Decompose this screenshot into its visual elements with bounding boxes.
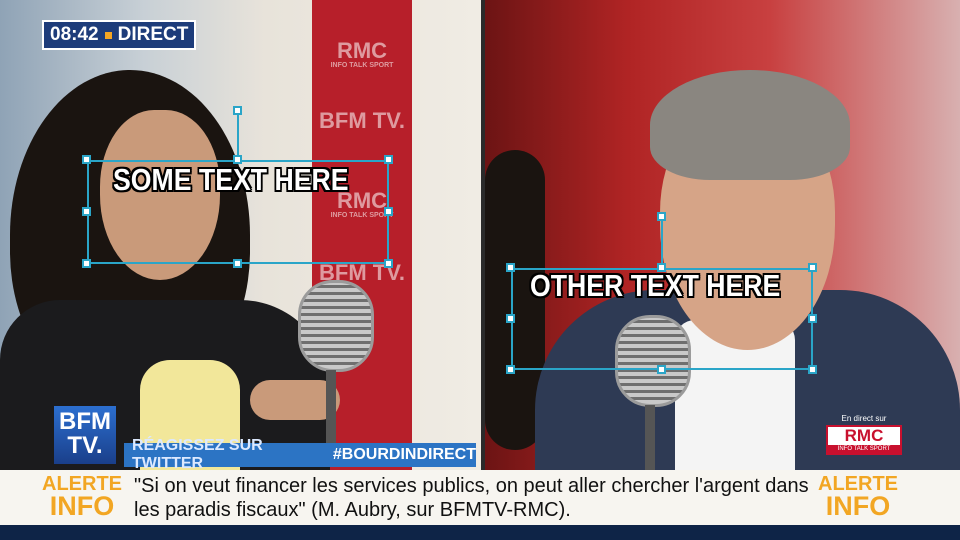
man-hair bbox=[650, 70, 850, 180]
twitter-prompt-bar: RÉAGISSEZ SUR TWITTER #BOURDINDIRECT bbox=[124, 437, 476, 472]
right-mic-stand bbox=[645, 405, 655, 475]
studio-bfm-logo: BFM TV. bbox=[319, 108, 405, 133]
alerte-info-right: ALERTE INFO bbox=[818, 473, 898, 521]
resize-handle-tl-1[interactable] bbox=[82, 155, 91, 164]
rmc-live-badge: En direct sur RMC INFO TALK SPORT bbox=[826, 414, 902, 455]
resize-handle-br-1[interactable] bbox=[384, 259, 393, 268]
left-microphone bbox=[298, 280, 374, 372]
resize-handle-tl-2[interactable] bbox=[506, 263, 515, 272]
resize-handle-br-2[interactable] bbox=[808, 365, 817, 374]
ticker-quote: "Si on veut financer les services public… bbox=[134, 475, 809, 521]
clock-time: 08:42 bbox=[50, 24, 99, 45]
live-clock-badge: 08:42 DIRECT bbox=[42, 20, 197, 50]
rotate-handle-2[interactable] bbox=[657, 212, 666, 221]
twitter-prompt-text: RÉAGISSEZ SUR TWITTER bbox=[132, 437, 263, 472]
bfmtv-channel-logo: BFM TV. bbox=[54, 406, 116, 464]
live-dot-icon bbox=[104, 31, 112, 39]
studio-rmc-logo: RMC INFO TALK SPORT bbox=[330, 38, 394, 70]
resize-handle-r-1[interactable] bbox=[384, 207, 393, 216]
twitter-hashtag: #BOURDINDIRECT bbox=[332, 446, 476, 463]
rmc-logo: RMC INFO TALK SPORT bbox=[826, 425, 902, 455]
resize-handle-l-2[interactable] bbox=[506, 314, 515, 323]
text-box-1[interactable]: SOME TEXT HERE bbox=[113, 162, 349, 198]
resize-handle-l-1[interactable] bbox=[82, 207, 91, 216]
resize-handle-bl-1[interactable] bbox=[82, 259, 91, 268]
resize-handle-tr-1[interactable] bbox=[384, 155, 393, 164]
alerte-info-left: ALERTE INFO bbox=[42, 473, 122, 521]
live-label: DIRECT bbox=[117, 24, 189, 45]
resize-handle-r-2[interactable] bbox=[808, 314, 817, 323]
rotate-handle-1[interactable] bbox=[233, 106, 242, 115]
resize-handle-b-2[interactable] bbox=[657, 365, 666, 374]
text-box-2[interactable]: OTHER TEXT HERE bbox=[530, 268, 780, 304]
resize-handle-tr-2[interactable] bbox=[808, 263, 817, 272]
rotate-line-1 bbox=[237, 110, 239, 160]
left-mic-stand bbox=[326, 370, 336, 450]
rmc-live-label: En direct sur bbox=[841, 414, 887, 423]
resize-handle-bl-2[interactable] bbox=[506, 365, 515, 374]
resize-handle-b-1[interactable] bbox=[233, 259, 242, 268]
bottom-strip bbox=[0, 525, 960, 540]
rotate-line-2 bbox=[661, 218, 663, 268]
